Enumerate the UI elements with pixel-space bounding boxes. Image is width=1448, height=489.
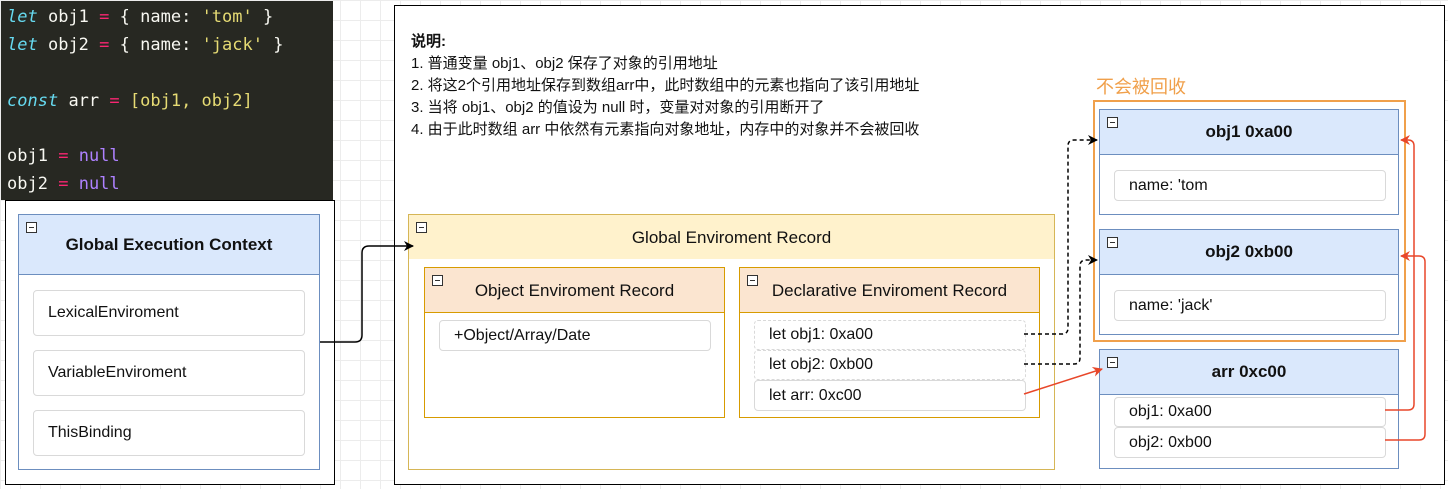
arrow-obj1-ref (1024, 135, 1098, 335)
arrow-arr-ref (1023, 366, 1103, 395)
connectors (320, 135, 1426, 441)
arrow-obj2-ref (1024, 255, 1098, 365)
arrow-gec-to-ger (320, 241, 414, 343)
arrow-arr0-to-obj1 (1385, 135, 1415, 411)
arrow-arr1-to-obj2 (1385, 251, 1426, 441)
